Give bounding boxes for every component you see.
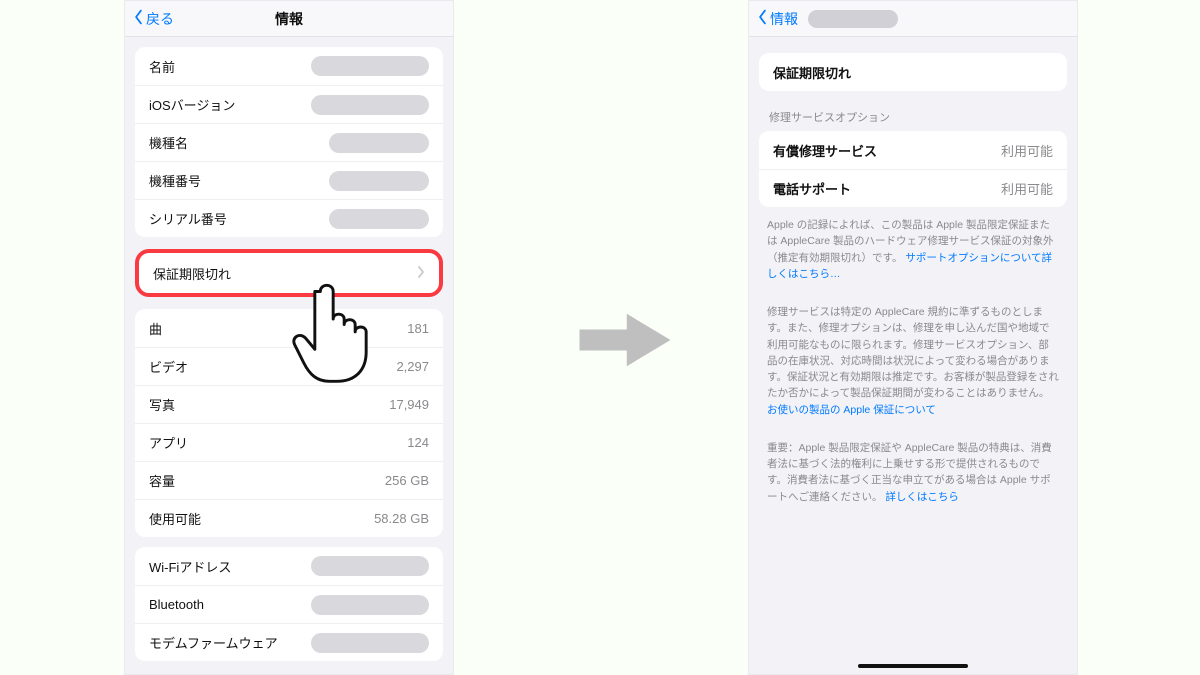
row-songs: 曲 181 xyxy=(135,309,443,347)
footnote-2: 修理サービスは特定の AppleCare 規約に準ずるものとします。また、修理オ… xyxy=(767,304,1059,418)
row-photos: 写真 17,949 xyxy=(135,385,443,423)
redacted-value xyxy=(311,95,429,115)
phone-support-label: 電話サポート xyxy=(773,179,851,198)
redacted-value xyxy=(329,171,429,191)
navbar-left: 戻る 情報 xyxy=(125,1,453,37)
paid-repair-label: 有償修理サービス xyxy=(773,141,877,160)
network-group: Wi-Fiアドレス Bluetooth モデムファームウェア xyxy=(135,547,443,661)
service-options-group: 有償修理サービス 利用可能 電話サポート 利用可能 xyxy=(759,131,1067,207)
apple-warranty-link[interactable]: お使いの製品の Apple 保証について xyxy=(767,404,936,416)
row-capacity-label: 容量 xyxy=(149,471,175,490)
coverage-status-group: 保証期限切れ xyxy=(759,53,1067,91)
row-ios-version[interactable]: iOSバージョン xyxy=(135,85,443,123)
footnote-1: Apple の記録によれば、この製品は Apple 製品限定保証または Appl… xyxy=(767,217,1059,282)
paid-repair-value: 利用可能 xyxy=(1001,141,1053,160)
row-videos-value: 2,297 xyxy=(396,359,429,374)
row-coverage[interactable]: 保証期限切れ xyxy=(139,253,439,293)
learn-more-link[interactable]: 詳しくはこちら xyxy=(885,491,959,503)
redacted-value xyxy=(311,595,429,615)
row-apps-value: 124 xyxy=(407,435,429,450)
row-photos-label: 写真 xyxy=(149,395,175,414)
redacted-value xyxy=(311,56,429,76)
row-photos-value: 17,949 xyxy=(389,397,429,412)
redacted-title xyxy=(808,10,898,28)
row-serial-label: シリアル番号 xyxy=(149,209,227,228)
row-available-label: 使用可能 xyxy=(149,509,201,528)
row-capacity-value: 256 GB xyxy=(385,473,429,488)
row-name[interactable]: 名前 xyxy=(135,47,443,85)
row-ios-label: iOSバージョン xyxy=(149,95,235,114)
row-modem-label: モデムファームウェア xyxy=(149,633,278,652)
row-bluetooth: Bluetooth xyxy=(135,585,443,623)
back-label: 情報 xyxy=(770,9,798,29)
row-videos-label: ビデオ xyxy=(149,357,188,376)
page-title: 情報 xyxy=(125,9,453,29)
home-indicator[interactable] xyxy=(858,664,968,668)
back-button[interactable]: 戻る xyxy=(133,9,174,29)
row-videos: ビデオ 2,297 xyxy=(135,347,443,385)
redacted-value xyxy=(329,133,429,153)
phone-support-value: 利用可能 xyxy=(1001,179,1053,198)
row-bt-label: Bluetooth xyxy=(149,597,204,612)
row-model-name-label: 機種名 xyxy=(149,133,188,152)
coverage-highlight: 保証期限切れ xyxy=(135,249,443,297)
navbar-right: 情報 xyxy=(749,1,1077,37)
row-songs-label: 曲 xyxy=(149,319,162,338)
row-songs-value: 181 xyxy=(407,321,429,336)
row-apps-label: アプリ xyxy=(149,433,188,452)
row-serial[interactable]: シリアル番号 xyxy=(135,199,443,237)
footnote-2-text: 修理サービスは特定の AppleCare 規約に準ずるものとします。また、修理オ… xyxy=(767,306,1059,399)
row-model-name[interactable]: 機種名 xyxy=(135,123,443,161)
redacted-value xyxy=(311,556,429,576)
coverage-status: 保証期限切れ xyxy=(773,63,851,82)
coverage-label: 保証期限切れ xyxy=(153,264,231,283)
back-label: 戻る xyxy=(146,9,174,29)
left-scroll[interactable]: 名前 iOSバージョン 機種名 機種番号 シリアル番号 xyxy=(125,37,453,674)
row-phone-support[interactable]: 電話サポート 利用可能 xyxy=(759,169,1067,207)
row-paid-repair[interactable]: 有償修理サービス 利用可能 xyxy=(759,131,1067,169)
redacted-value xyxy=(329,209,429,229)
footnote-3: 重要：Apple 製品限定保証や AppleCare 製品の特典は、消費者法に基… xyxy=(767,440,1059,505)
row-wifi-label: Wi-Fiアドレス xyxy=(149,557,231,576)
row-wifi: Wi-Fiアドレス xyxy=(135,547,443,585)
row-model-number[interactable]: 機種番号 xyxy=(135,161,443,199)
redacted-value xyxy=(311,633,429,653)
about-screen: 戻る 情報 名前 iOSバージョン 機種名 機種番号 xyxy=(124,0,454,675)
row-model-number-label: 機種番号 xyxy=(149,171,201,190)
row-available: 使用可能 58.28 GB xyxy=(135,499,443,537)
chevron-right-icon xyxy=(417,265,425,282)
chevron-left-icon xyxy=(133,9,144,28)
row-available-value: 58.28 GB xyxy=(374,511,429,526)
service-options-header: 修理サービスオプション xyxy=(769,109,1057,125)
row-coverage-status[interactable]: 保証期限切れ xyxy=(759,53,1067,91)
row-capacity: 容量 256 GB xyxy=(135,461,443,499)
back-button[interactable]: 情報 xyxy=(757,9,798,29)
device-info-group: 名前 iOSバージョン 機種名 機種番号 シリアル番号 xyxy=(135,47,443,237)
row-modem-firmware: モデムファームウェア xyxy=(135,623,443,661)
stats-group: 曲 181 ビデオ 2,297 写真 17,949 アプリ 124 容量 2 xyxy=(135,309,443,537)
arrow-right-icon xyxy=(570,300,680,380)
row-name-label: 名前 xyxy=(149,57,175,76)
chevron-left-icon xyxy=(757,9,768,28)
right-scroll[interactable]: 保証期限切れ 修理サービスオプション 有償修理サービス 利用可能 電話サポート … xyxy=(749,37,1077,674)
coverage-screen: 情報 保証期限切れ 修理サービスオプション 有償修理サービス 利用可能 電話サポ… xyxy=(748,0,1078,675)
row-apps: アプリ 124 xyxy=(135,423,443,461)
